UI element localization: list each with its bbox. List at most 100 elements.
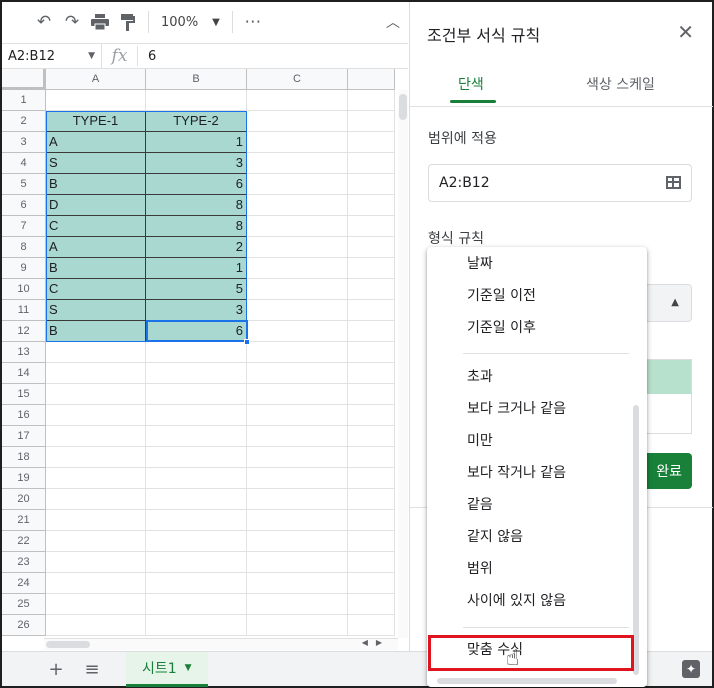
grid-cell[interactable] — [46, 615, 146, 636]
menu-item-equal[interactable]: 같음 — [467, 494, 493, 516]
print-icon[interactable] — [86, 8, 114, 36]
row-header[interactable]: 17 — [2, 426, 46, 447]
grid-cell[interactable] — [247, 342, 348, 363]
chevron-up-icon[interactable]: ︿ — [386, 12, 400, 32]
grid-cell[interactable] — [247, 258, 348, 279]
grid-cell[interactable]: S — [46, 153, 146, 174]
grid-cell[interactable] — [348, 405, 395, 426]
sheet-tab[interactable]: 시트1 ▼ — [126, 651, 208, 687]
menu-item-date-after[interactable]: 기준일 이후 — [467, 317, 536, 339]
grid-cell[interactable] — [348, 279, 395, 300]
grid-cell[interactable] — [46, 384, 146, 405]
name-box[interactable]: A2:B12 ▼ — [2, 44, 102, 68]
grid-cell[interactable] — [247, 363, 348, 384]
grid-cell[interactable] — [247, 552, 348, 573]
grid-cell[interactable] — [348, 321, 395, 342]
grid-cell[interactable] — [247, 510, 348, 531]
grid-cell[interactable]: 6 — [146, 174, 247, 195]
range-input[interactable]: A2:B12 — [428, 164, 692, 202]
close-icon[interactable]: ✕ — [677, 20, 694, 44]
grid-cell[interactable] — [247, 489, 348, 510]
row-header[interactable]: 8 — [2, 237, 46, 258]
grid-cell[interactable] — [247, 132, 348, 153]
grid-cell[interactable]: 8 — [146, 216, 247, 237]
grid-cell[interactable] — [146, 552, 247, 573]
grid-cell[interactable] — [146, 489, 247, 510]
grid-cell[interactable] — [348, 216, 395, 237]
row-header[interactable]: 26 — [2, 615, 46, 636]
grid-cell[interactable] — [348, 342, 395, 363]
grid-cell[interactable]: B — [46, 321, 146, 342]
menu-item-not-between[interactable]: 사이에 있지 않음 — [467, 590, 566, 612]
menu-item-between[interactable]: 범위 — [467, 558, 493, 580]
grid-cell[interactable]: 6 — [146, 321, 247, 342]
grid-cell[interactable]: 2 — [146, 237, 247, 258]
grid-cell[interactable] — [46, 363, 146, 384]
zoom-select[interactable]: 100% ▼ — [155, 15, 226, 30]
grid-cell[interactable] — [348, 384, 395, 405]
grid-cell[interactable]: A — [46, 132, 146, 153]
row-header[interactable]: 22 — [2, 531, 46, 552]
grid-cell[interactable] — [46, 510, 146, 531]
grid-cell[interactable] — [348, 300, 395, 321]
grid-cell[interactable] — [146, 426, 247, 447]
grid-cell[interactable] — [46, 489, 146, 510]
menu-item-date-before[interactable]: 기준일 이전 — [467, 285, 536, 307]
grid-cell[interactable] — [247, 321, 348, 342]
grid-cell[interactable] — [247, 594, 348, 615]
grid-cell[interactable] — [247, 279, 348, 300]
row-header[interactable]: 3 — [2, 132, 46, 153]
grid-cell[interactable] — [348, 174, 395, 195]
row-header[interactable]: 21 — [2, 510, 46, 531]
grid-cell[interactable] — [247, 90, 348, 111]
grid-cell[interactable] — [348, 531, 395, 552]
grid-cell[interactable] — [348, 615, 395, 636]
row-header[interactable]: 6 — [2, 195, 46, 216]
grid-cell[interactable] — [247, 531, 348, 552]
grid-cell[interactable] — [146, 573, 247, 594]
grid-cell[interactable] — [46, 342, 146, 363]
grid-cell[interactable]: 1 — [146, 132, 247, 153]
row-header[interactable]: 1 — [2, 90, 46, 111]
grid-cell[interactable] — [348, 258, 395, 279]
menu-item-less-equal[interactable]: 보다 작거나 같음 — [467, 462, 566, 484]
grid-cell[interactable] — [146, 90, 247, 111]
grid-cell[interactable] — [146, 594, 247, 615]
row-header[interactable]: 20 — [2, 489, 46, 510]
row-header[interactable]: 11 — [2, 300, 46, 321]
column-header[interactable]: C — [247, 69, 348, 90]
grid-cell[interactable] — [146, 510, 247, 531]
add-sheet-icon[interactable]: + — [40, 659, 72, 680]
grid-cell[interactable]: C — [46, 279, 146, 300]
grid-cell[interactable] — [146, 363, 247, 384]
grid-cell[interactable] — [247, 174, 348, 195]
grid-cell[interactable] — [247, 237, 348, 258]
grid-cell[interactable] — [247, 195, 348, 216]
grid-cell[interactable] — [348, 90, 395, 111]
grid-cell[interactable] — [348, 426, 395, 447]
menu-item-not-equal[interactable]: 같지 않음 — [467, 526, 523, 548]
row-header[interactable]: 25 — [2, 594, 46, 615]
row-header[interactable]: 16 — [2, 405, 46, 426]
all-sheets-icon[interactable]: ≡ — [76, 659, 108, 680]
grid-cell[interactable] — [146, 468, 247, 489]
scroll-thumb[interactable] — [399, 94, 407, 120]
select-all-corner[interactable] — [2, 69, 46, 90]
grid-cell[interactable] — [146, 405, 247, 426]
tab-color-scale[interactable]: 색상 스케일 — [586, 74, 655, 94]
grid-cell[interactable] — [247, 615, 348, 636]
row-header[interactable]: 23 — [2, 552, 46, 573]
grid-cell[interactable]: D — [46, 195, 146, 216]
row-header[interactable]: 4 — [2, 153, 46, 174]
grid-cell[interactable] — [247, 111, 348, 132]
grid-cell[interactable]: 8 — [146, 195, 247, 216]
redo-icon[interactable]: ↷ — [58, 8, 86, 36]
formula-input[interactable]: 6 — [138, 49, 156, 64]
grid-cell[interactable] — [46, 405, 146, 426]
row-header[interactable]: 14 — [2, 363, 46, 384]
grid-cell[interactable] — [46, 573, 146, 594]
grid-cell[interactable] — [46, 426, 146, 447]
row-header[interactable]: 2 — [2, 111, 46, 132]
row-header[interactable]: 9 — [2, 258, 46, 279]
grid-cell[interactable]: S — [46, 300, 146, 321]
